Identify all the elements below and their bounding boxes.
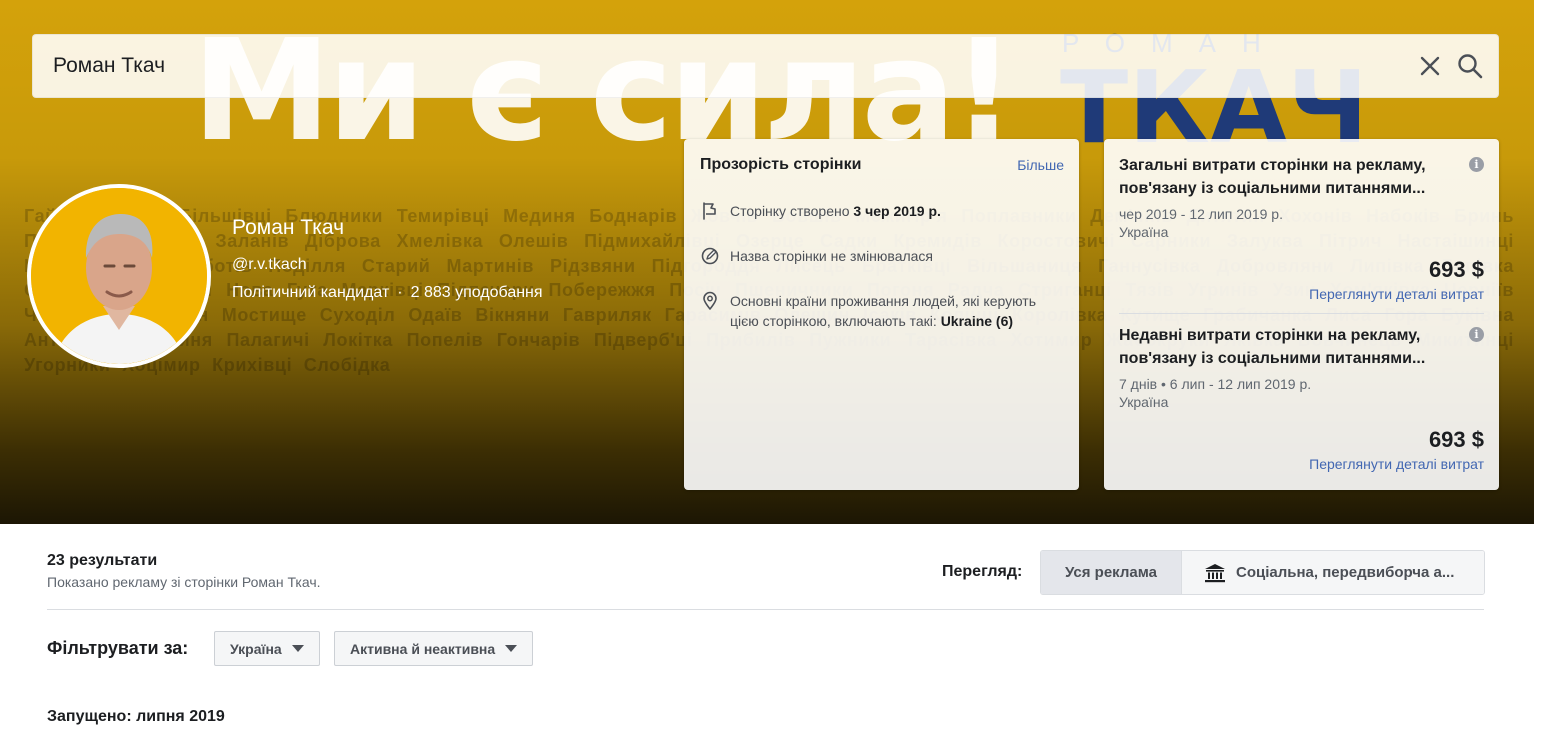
- transparency-more-link[interactable]: Більше: [1017, 157, 1064, 173]
- name-history-row: Назва сторінки не змінювалася: [700, 246, 1068, 266]
- view-social-ads-button[interactable]: Соціальна, передвиборча а...: [1182, 551, 1484, 594]
- country-filter-value: Україна: [230, 640, 282, 657]
- filter-label: Фільтрувати за:: [47, 638, 189, 658]
- view-toggle: Уся реклама Соціальна, передвиборча а...: [1040, 550, 1485, 595]
- results-count: 23 результати: [47, 552, 158, 569]
- recent-spend-country: Україна: [1119, 394, 1169, 410]
- view-social-label: Соціальна, передвиборча а...: [1236, 564, 1455, 581]
- profile-handle: @r.v.tkach: [232, 256, 307, 273]
- status-filter-dropdown[interactable]: Активна й неактивна: [334, 631, 534, 666]
- clear-search-button[interactable]: [1410, 46, 1450, 86]
- profile-name[interactable]: Роман Ткач: [232, 216, 344, 240]
- spend-divider: [1119, 313, 1484, 314]
- country-filter-dropdown[interactable]: Україна: [214, 631, 320, 666]
- total-spend-dates: чер 2019 - 12 лип 2019 р.: [1119, 206, 1283, 222]
- countries-row: Основні країни проживання людей, які кер…: [700, 291, 1068, 331]
- name-unchanged-text: Назва сторінки не змінювалася: [730, 248, 934, 264]
- profile-meta: Політичний кандидат · 2 883 уподобання: [232, 284, 543, 302]
- launched-date-heading: Запущено: липня 2019: [47, 708, 225, 725]
- recent-spend-amount: 693 $: [1428, 427, 1484, 452]
- location-pin-icon: [703, 291, 717, 310]
- search-icon: [1458, 54, 1483, 79]
- info-icon[interactable]: i: [1469, 327, 1484, 342]
- recent-spend-details-link[interactable]: Переглянути деталі витрат: [1309, 456, 1484, 472]
- view-all-ads-button[interactable]: Уся реклама: [1041, 551, 1182, 594]
- caret-down-icon: [505, 645, 518, 652]
- page-transparency-card: Прозорість сторінки Більше Сторінку ство…: [684, 139, 1079, 490]
- recent-spend-title: Недавні витрати сторінки на рекламу, пов…: [1119, 327, 1426, 367]
- countries-value: Ukraine (6): [940, 313, 1014, 329]
- section-divider: [47, 609, 1484, 610]
- total-spend-details-link[interactable]: Переглянути деталі витрат: [1309, 286, 1484, 302]
- results-subtitle: Показано рекламу зі сторінки Роман Ткач.: [47, 574, 321, 590]
- profile-likes: 2 883 уподобання: [410, 284, 543, 301]
- search-bar: [32, 34, 1499, 98]
- created-label: Сторінку створено: [730, 203, 850, 219]
- recent-spend-block: Недавні витрати сторінки на рекламу, пов…: [1119, 324, 1484, 484]
- flag-icon: [703, 202, 716, 220]
- profile-category: Політичний кандидат: [232, 284, 390, 301]
- meta-separator: ·: [397, 284, 403, 301]
- caret-down-icon: [291, 645, 304, 652]
- bank-icon: [1205, 563, 1225, 582]
- close-icon: [1420, 56, 1440, 76]
- ad-spending-card: Загальні витрати сторінки на рекламу, по…: [1104, 139, 1499, 490]
- transparency-title: Прозорість сторінки: [700, 156, 862, 173]
- total-spend-country: Україна: [1119, 224, 1169, 240]
- search-input[interactable]: [33, 35, 1410, 97]
- status-filter-value: Активна й неактивна: [350, 640, 496, 657]
- avatar[interactable]: [27, 184, 211, 368]
- info-icon[interactable]: i: [1469, 157, 1484, 172]
- recent-spend-dates: 7 днів • 6 лип - 12 лип 2019 р.: [1119, 376, 1312, 392]
- total-spend-title: Загальні витрати сторінки на рекламу, по…: [1119, 157, 1426, 197]
- total-spend-amount: 693 $: [1428, 257, 1484, 282]
- search-button[interactable]: [1450, 46, 1490, 86]
- profile-photo-icon: [31, 188, 207, 364]
- created-date: 3 чер 2019 р.: [853, 203, 941, 219]
- pencil-icon: [701, 247, 719, 265]
- total-spend-block: Загальні витрати сторінки на рекламу, по…: [1119, 154, 1484, 314]
- page-created-row: Сторінку створено 3 чер 2019 р.: [700, 201, 1068, 221]
- view-label: Перегляд:: [942, 563, 1023, 580]
